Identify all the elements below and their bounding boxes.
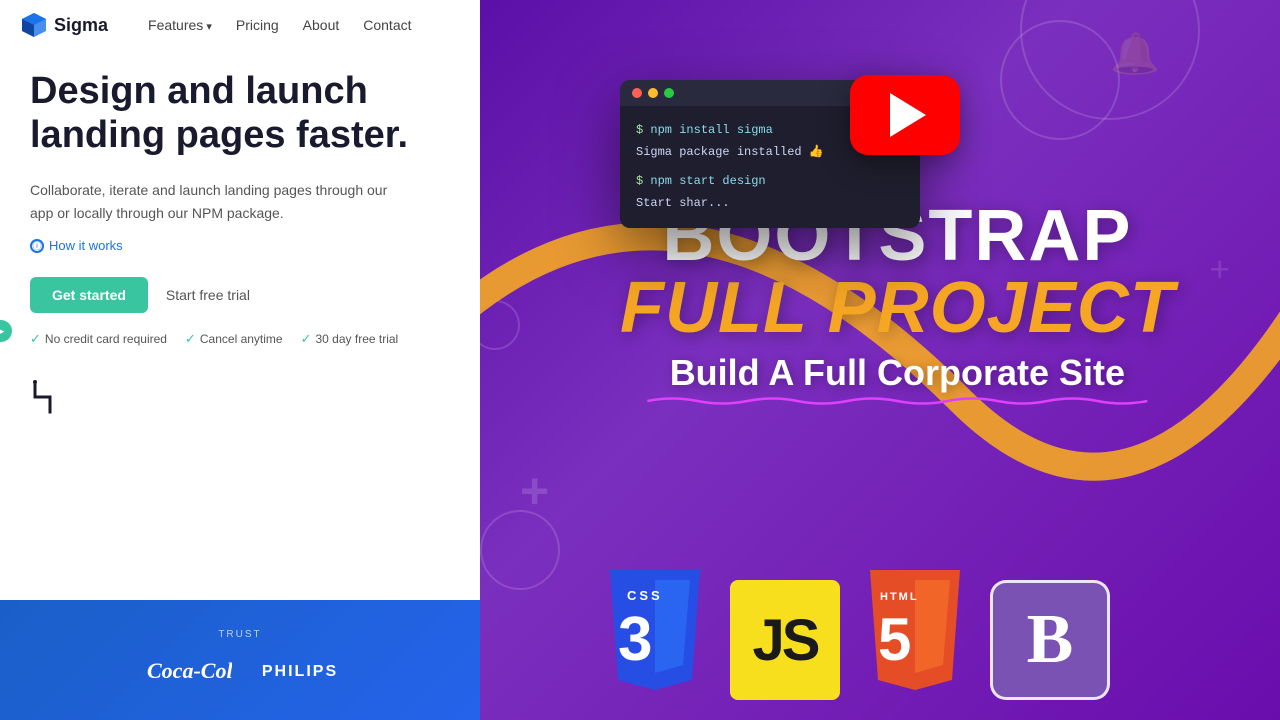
play-button-small[interactable]: ▶ xyxy=(0,320,12,342)
cross-deco-1: + xyxy=(520,462,549,520)
check-icon-3: ✓ xyxy=(301,331,312,347)
step-icon xyxy=(30,377,90,417)
js-icon: JS xyxy=(730,580,840,700)
check-icon-1: ✓ xyxy=(30,331,41,347)
play-triangle xyxy=(890,93,926,137)
svg-text:HTML: HTML xyxy=(880,591,919,603)
build-text: Build A Full Corporate Site xyxy=(620,352,1175,406)
css3-svg: CSS 3 xyxy=(600,570,710,700)
badge-free-trial: ✓ 30 day free trial xyxy=(301,331,399,347)
svg-text:Coca-Cola: Coca-Cola xyxy=(147,658,232,683)
svg-text:5: 5 xyxy=(878,606,911,673)
html5-badge: HTML 5 xyxy=(860,570,970,700)
terminal-line-4: Start shar... xyxy=(636,193,904,215)
wavy-underline xyxy=(620,396,1175,406)
main-title-area: BOOTSTRAP FULL PROJECT Build A Full Corp… xyxy=(620,200,1175,406)
step-decoration xyxy=(30,377,460,427)
philips-logo: PHILIPS xyxy=(262,663,338,681)
js-label: JS xyxy=(753,607,818,674)
logo-icon xyxy=(20,11,48,39)
cta-row: Get started Start free trial xyxy=(30,277,460,313)
hero-content: Design and launch landing pages faster. … xyxy=(30,70,460,427)
svg-text:3: 3 xyxy=(618,605,652,674)
youtube-play-button[interactable] xyxy=(850,75,960,155)
logo-text: Sigma xyxy=(54,15,108,36)
deco-circle-3 xyxy=(480,510,560,590)
right-thumbnail: 🔔 + + $ npm install sigma Sigma package … xyxy=(460,0,1280,720)
css3-badge: CSS 3 xyxy=(600,570,710,700)
how-circle-icon: ⓘ xyxy=(30,239,44,253)
dot-yellow xyxy=(648,88,658,98)
logo[interactable]: Sigma xyxy=(20,11,108,39)
bootstrap-label: B xyxy=(1027,605,1074,675)
left-website-preview: Sigma Features Pricing About Contact Des… xyxy=(0,0,480,720)
html5-svg: HTML 5 xyxy=(860,570,970,700)
cmd-2: npm start design xyxy=(650,174,765,188)
nav-about[interactable]: About xyxy=(303,17,340,33)
nav-features[interactable]: Features xyxy=(148,17,212,33)
how-it-works-label: How it works xyxy=(49,238,123,253)
dot-green xyxy=(664,88,674,98)
badge-cancel: ✓ Cancel anytime xyxy=(185,331,283,347)
deco-circle-2 xyxy=(1000,20,1120,140)
nav-contact[interactable]: Contact xyxy=(363,17,411,33)
css3-icon: CSS 3 xyxy=(600,570,710,700)
svg-text:CSS: CSS xyxy=(627,588,663,603)
free-trial-label[interactable]: Start free trial xyxy=(166,287,250,303)
trusted-label: TRUST xyxy=(218,629,261,640)
badge-text-1: No credit card required xyxy=(45,332,167,346)
nav-pricing[interactable]: Pricing xyxy=(236,17,279,33)
trusted-logos: Coca-Cola PHILIPS xyxy=(142,652,338,692)
js-badge: JS xyxy=(730,580,840,700)
prompt-2: $ xyxy=(636,174,650,188)
tech-icons-row: CSS 3 JS HTML 5 xyxy=(600,570,1110,700)
bootstrap-badge: B xyxy=(990,580,1110,700)
bootstrap-icon: B xyxy=(990,580,1110,700)
badge-no-credit: ✓ No credit card required xyxy=(30,331,167,347)
badge-text-2: Cancel anytime xyxy=(200,332,283,346)
check-icon-2: ✓ xyxy=(185,331,196,347)
navbar: Sigma Features Pricing About Contact xyxy=(0,0,480,50)
full-project-text: FULL PROJECT xyxy=(620,272,1175,344)
cmd-1: npm install sigma xyxy=(650,123,772,137)
nav-links: Features Pricing About Contact xyxy=(148,17,411,33)
badge-text-3: 30 day free trial xyxy=(316,332,399,346)
build-text-label: Build A Full Corporate Site xyxy=(670,352,1125,393)
html5-icon: HTML 5 xyxy=(860,570,970,700)
prompt-1: $ xyxy=(636,123,650,137)
hero-title: Design and launch landing pages faster. xyxy=(30,70,460,157)
hero-description: Collaborate, iterate and launch landing … xyxy=(30,179,410,224)
trusted-section: TRUST Coca-Cola PHILIPS xyxy=(0,600,480,720)
badges-row: ✓ No credit card required ✓ Cancel anyti… xyxy=(30,331,460,347)
coca-cola-logo: Coca-Cola xyxy=(142,652,232,692)
get-started-button[interactable]: Get started xyxy=(30,277,148,313)
coca-cola-svg: Coca-Cola xyxy=(142,652,232,687)
dot-red xyxy=(632,88,642,98)
cross-deco-2: + xyxy=(1210,250,1230,290)
terminal-line-3: $ npm start design xyxy=(636,171,904,193)
how-it-works-link[interactable]: ⓘ How it works xyxy=(30,238,460,253)
